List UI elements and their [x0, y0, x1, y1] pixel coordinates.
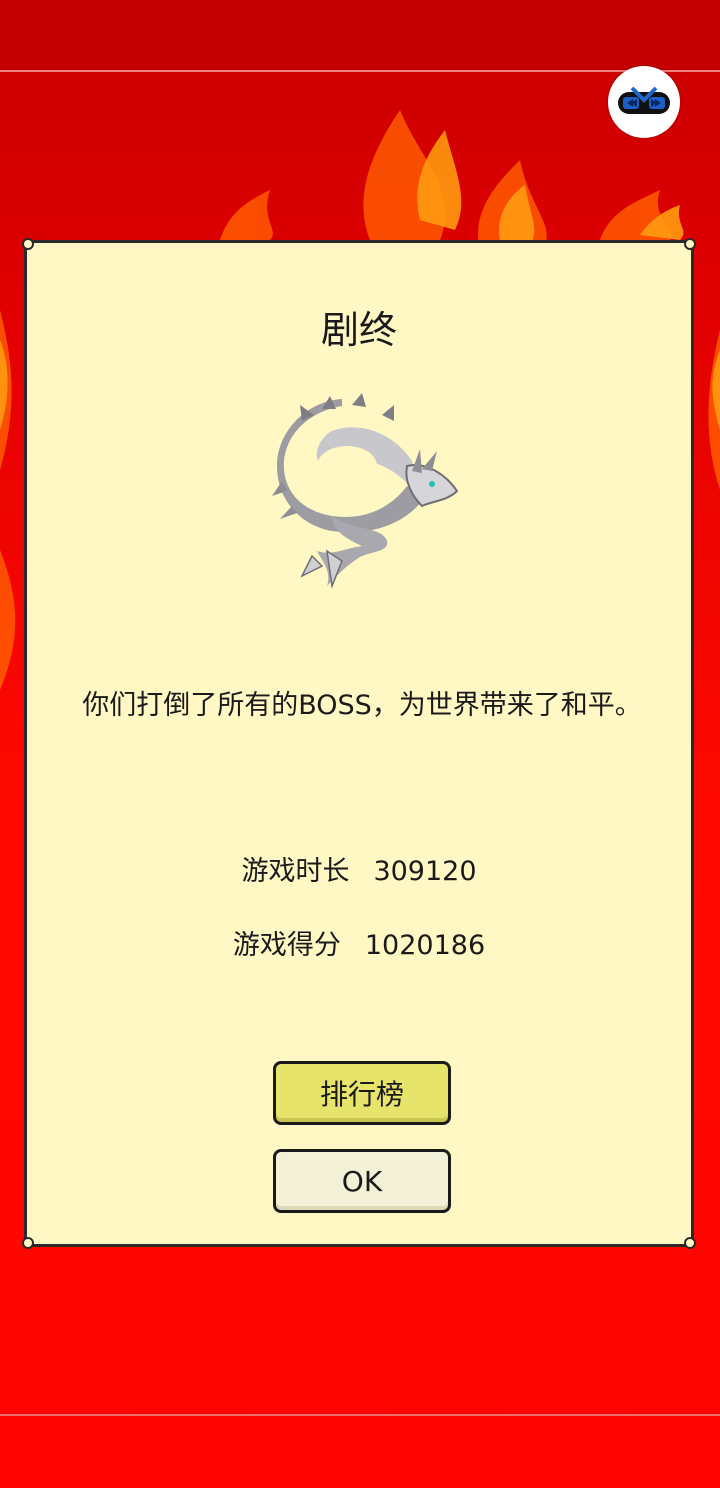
dialog-title: 剧终 [320, 308, 397, 352]
top-bar [0, 0, 720, 72]
score-value: 1020186 [364, 930, 486, 961]
play-time-stat: 游戏时长 309120 [27, 849, 691, 888]
overlay-controller-button[interactable] [608, 66, 680, 138]
corner-ornament [22, 238, 34, 250]
ending-message: 你们打倒了所有的BOSS，为世界带来了和平。 [82, 690, 642, 721]
score-label: 游戏得分 [232, 930, 341, 961]
corner-ornament [684, 238, 696, 250]
corner-ornament [684, 1237, 696, 1249]
corner-ornament [22, 1237, 34, 1249]
game-controller-icon [618, 86, 670, 114]
ok-button[interactable]: OK [273, 1149, 451, 1213]
leaderboard-button[interactable]: 排行榜 [273, 1061, 451, 1125]
bottom-divider [0, 1414, 720, 1416]
white-dragon-icon [272, 393, 459, 589]
play-time-label: 游戏时长 [241, 856, 350, 887]
ending-dialog: 剧终 你们打倒了所有的BOSS，为世界带来了和平。 游戏时长 309120 游戏得… [22, 238, 696, 1249]
play-time-value: 309120 [373, 856, 477, 887]
score-stat: 游戏得分 1020186 [27, 923, 691, 962]
